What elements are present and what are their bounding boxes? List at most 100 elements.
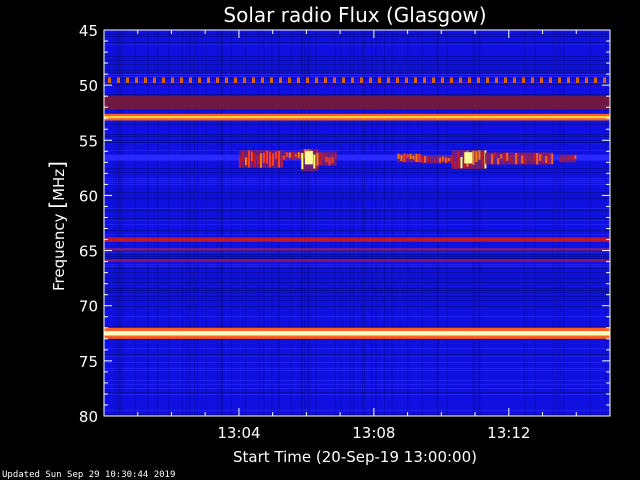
noise-stripe bbox=[104, 326, 610, 327]
noise-stripe bbox=[104, 278, 610, 279]
burst-fleck bbox=[448, 158, 451, 161]
burst-fleck bbox=[518, 153, 521, 158]
burst-fleck bbox=[548, 153, 551, 164]
burst-fleck bbox=[530, 156, 533, 164]
noise-stripe bbox=[104, 134, 610, 135]
burst-fleck bbox=[568, 155, 571, 160]
burst-fleck bbox=[565, 156, 568, 160]
dashed-band-mark bbox=[396, 77, 399, 83]
noise-stripe bbox=[104, 124, 610, 125]
noise-streak bbox=[307, 30, 309, 416]
burst-region bbox=[301, 149, 319, 172]
burst-region bbox=[559, 154, 577, 163]
noise-stripe bbox=[104, 140, 610, 141]
burst-fleck bbox=[313, 154, 316, 169]
dashed-band-mark bbox=[495, 77, 498, 83]
y-axis-label-bracket-open: [ bbox=[45, 201, 69, 209]
dashed-band-mark bbox=[315, 77, 318, 83]
burst-base bbox=[559, 154, 577, 163]
interference-band bbox=[104, 331, 610, 336]
noise-stripe bbox=[104, 288, 610, 289]
dashed-band-mark bbox=[450, 77, 453, 83]
noise-stripe bbox=[104, 266, 610, 267]
burst-fleck bbox=[238, 156, 241, 168]
dashed-band-mark bbox=[459, 77, 462, 83]
noise-stripe bbox=[104, 362, 610, 363]
y-tick-label: 70 bbox=[79, 298, 98, 316]
burst-fleck bbox=[571, 155, 574, 160]
burst-region bbox=[397, 153, 422, 163]
burst-fleck bbox=[265, 150, 268, 164]
interference-band bbox=[104, 248, 610, 251]
burst-fleck bbox=[322, 154, 325, 160]
noise-stripe bbox=[104, 316, 610, 317]
burst-fleck bbox=[515, 153, 518, 165]
noise-stripe bbox=[104, 368, 610, 369]
dashed-band-mark bbox=[486, 77, 489, 83]
noise-stripe bbox=[104, 410, 610, 411]
noise-streak bbox=[371, 30, 373, 416]
dashed-band-mark bbox=[477, 77, 480, 83]
noise-streak bbox=[168, 30, 170, 416]
burst-fleck bbox=[409, 153, 412, 159]
dashed-band-mark bbox=[522, 77, 525, 83]
dashed-band-mark bbox=[297, 77, 300, 83]
burst-region bbox=[451, 150, 487, 169]
noise-streak bbox=[552, 30, 554, 416]
dashed-band-mark bbox=[153, 77, 156, 83]
dashed-band-mark bbox=[270, 77, 273, 83]
noise-stripe bbox=[104, 254, 610, 255]
x-tick-label: 13:08 bbox=[352, 424, 395, 442]
noise-streak bbox=[556, 30, 558, 416]
y-tick-label: 50 bbox=[79, 77, 98, 95]
burst-fleck bbox=[250, 151, 253, 162]
y-tick-label: 75 bbox=[79, 353, 98, 371]
dashed-band-mark bbox=[162, 77, 165, 83]
noise-streak bbox=[340, 30, 342, 416]
interference-band bbox=[104, 259, 610, 262]
burst-fleck bbox=[291, 151, 294, 160]
noise-streak bbox=[118, 30, 120, 416]
burst-fleck bbox=[521, 155, 524, 164]
noise-stripe bbox=[104, 256, 610, 257]
y-tick-label: 45 bbox=[79, 22, 98, 40]
noise-stripe bbox=[104, 70, 610, 71]
noise-stripe bbox=[104, 182, 610, 183]
dashed-band-mark bbox=[234, 77, 237, 83]
noise-stripe bbox=[104, 76, 610, 77]
noise-stripe bbox=[104, 234, 610, 235]
burst-region bbox=[238, 150, 283, 168]
dashed-band-mark bbox=[207, 77, 210, 83]
noise-stripe bbox=[104, 84, 610, 85]
burst-fleck bbox=[406, 154, 409, 158]
burst-fleck bbox=[328, 157, 331, 166]
burst-fleck bbox=[488, 153, 491, 159]
burst-fleck bbox=[451, 155, 454, 167]
burst-fleck bbox=[271, 153, 274, 166]
dashed-band-mark bbox=[261, 77, 264, 83]
noise-stripe bbox=[104, 268, 610, 269]
noise-streak bbox=[315, 30, 317, 416]
burst-fleck bbox=[491, 154, 494, 165]
burst-fleck bbox=[280, 155, 283, 167]
burst-fleck bbox=[403, 153, 406, 163]
noise-streak bbox=[197, 30, 199, 416]
spectrogram-background bbox=[104, 30, 610, 416]
interference-band bbox=[104, 237, 610, 242]
burst-fleck bbox=[412, 155, 415, 160]
burst-fleck bbox=[400, 155, 403, 161]
noise-streak bbox=[589, 30, 591, 416]
burst-fleck bbox=[494, 152, 497, 157]
dashed-band-mark bbox=[342, 77, 345, 83]
dashed-band-mark bbox=[549, 77, 552, 83]
burst-fleck bbox=[574, 155, 577, 159]
y-tick-label: 60 bbox=[79, 187, 98, 205]
noise-stripe bbox=[104, 208, 610, 209]
noise-streak bbox=[205, 30, 207, 416]
noise-stripe bbox=[104, 56, 610, 57]
burst-fleck bbox=[415, 154, 418, 162]
noise-streak bbox=[605, 30, 607, 416]
noise-streak bbox=[216, 30, 218, 416]
dashed-band-mark bbox=[108, 77, 111, 83]
dashed-band-mark bbox=[585, 77, 588, 83]
